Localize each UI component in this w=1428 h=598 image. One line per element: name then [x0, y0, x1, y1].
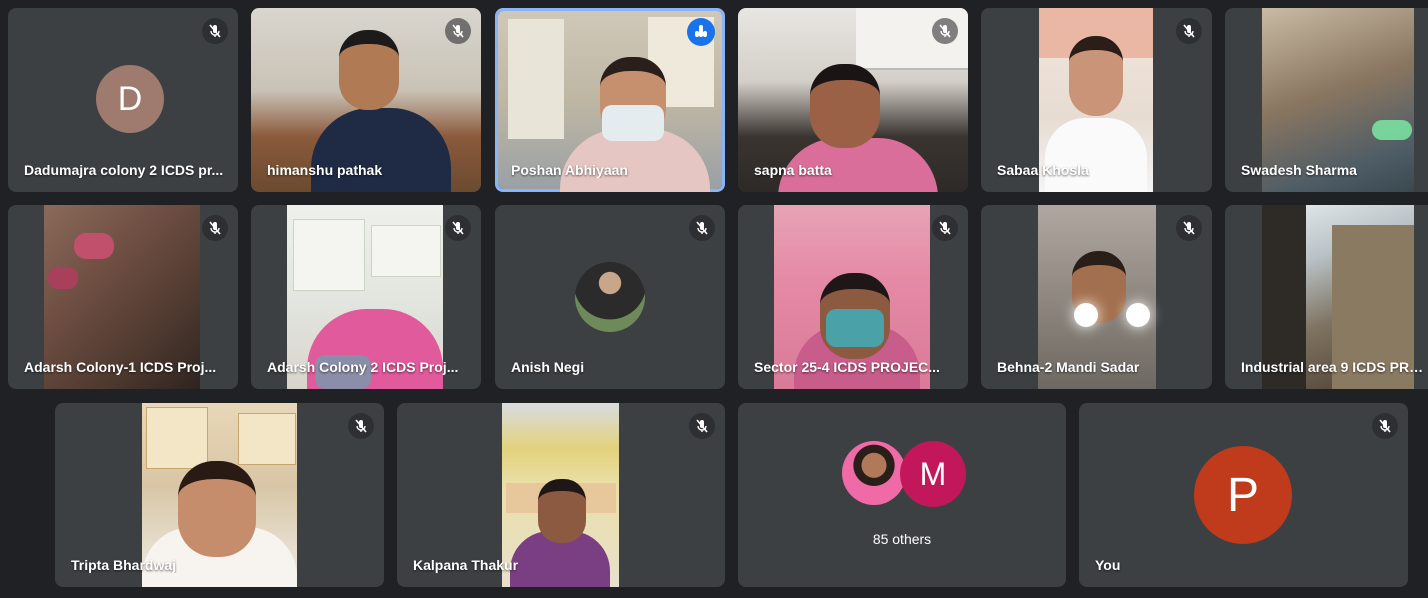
- mic-off-icon: [932, 18, 958, 44]
- mic-off-icon: [445, 18, 471, 44]
- object: [74, 233, 114, 259]
- participant-tile[interactable]: Industrial area 9 ICDS PRO...: [1225, 205, 1428, 389]
- participant-tile[interactable]: Behna-2 Mandi Sadar: [981, 205, 1212, 389]
- avatar: D: [96, 65, 164, 133]
- person-head: [810, 64, 880, 148]
- participant-tile[interactable]: Kalpana Thakur: [397, 403, 725, 587]
- mic-off-icon: [1176, 215, 1202, 241]
- participant-name: Anish Negi: [511, 359, 585, 375]
- others-avatar: M: [900, 441, 966, 507]
- participant-name: Industrial area 9 ICDS PRO...: [1241, 359, 1426, 375]
- participant-name: Adarsh Colony-1 ICDS Proj...: [24, 359, 217, 375]
- audio-level-icon: [687, 18, 715, 46]
- person-figure: [311, 108, 451, 192]
- face-mask: [602, 105, 664, 141]
- wall-chart: [371, 225, 441, 277]
- participant-name: You: [1095, 557, 1121, 573]
- participant-name: Swadesh Sharma: [1241, 162, 1357, 178]
- participant-tile[interactable]: Anish Negi: [495, 205, 725, 389]
- person-head: [538, 479, 586, 543]
- participant-name: Behna-2 Mandi Sadar: [997, 359, 1140, 375]
- wall-chart: [238, 413, 296, 465]
- mic-off-icon: [348, 413, 374, 439]
- self-avatar: P: [1194, 446, 1292, 544]
- mic-off-icon: [202, 215, 228, 241]
- object: [48, 267, 78, 289]
- participant-tile[interactable]: himanshu pathak: [251, 8, 481, 192]
- light-glare: [1074, 303, 1098, 327]
- others-avatar-photo: [842, 441, 906, 505]
- light-glare: [1372, 120, 1412, 140]
- mic-off-icon: [932, 215, 958, 241]
- avatar: [575, 262, 645, 332]
- mic-off-icon: [445, 215, 471, 241]
- participant-tile[interactable]: D Dadumajra colony 2 ICDS pr...: [8, 8, 238, 192]
- person-head: [339, 30, 399, 110]
- participant-name: Sector 25-4 ICDS PROJEC...: [754, 359, 940, 375]
- participant-name: Kalpana Thakur: [413, 557, 519, 573]
- person-figure: [1045, 118, 1147, 192]
- participant-tile[interactable]: Tripta Bhardwaj: [55, 403, 384, 587]
- wall-chart: [146, 407, 208, 469]
- light-glare: [1126, 303, 1150, 327]
- participant-name: Poshan Abhiyaan: [511, 162, 628, 178]
- mic-off-icon: [1176, 18, 1202, 44]
- participant-tile-active-speaker[interactable]: Poshan Abhiyaan: [495, 8, 725, 192]
- self-tile[interactable]: P You: [1079, 403, 1408, 587]
- participant-name: Sabaa Khosla: [997, 162, 1089, 178]
- participant-tile[interactable]: Sector 25-4 ICDS PROJEC...: [738, 205, 968, 389]
- others-tile[interactable]: M 85 others: [738, 403, 1066, 587]
- participant-name: sapna batta: [754, 162, 832, 178]
- person-head: [178, 461, 256, 557]
- wall-poster: [508, 19, 564, 139]
- participant-tile[interactable]: Swadesh Sharma: [1225, 8, 1428, 192]
- face-mask: [826, 309, 884, 347]
- wall-chart: [293, 219, 365, 291]
- participant-name: Dadumajra colony 2 ICDS pr...: [24, 162, 224, 178]
- mic-off-icon: [202, 18, 228, 44]
- participant-name: Adarsh Colony 2 ICDS Proj...: [267, 359, 459, 375]
- person-head: [1069, 36, 1123, 116]
- participant-tile[interactable]: Adarsh Colony 2 ICDS Proj...: [251, 205, 481, 389]
- mic-off-icon: [689, 413, 715, 439]
- participant-name: Tripta Bhardwaj: [71, 557, 177, 573]
- participant-tile[interactable]: Sabaa Khosla: [981, 8, 1212, 192]
- participant-tile[interactable]: sapna batta: [738, 8, 968, 192]
- mic-off-icon: [689, 215, 715, 241]
- others-count: 85 others: [872, 531, 932, 547]
- participant-name: himanshu pathak: [267, 162, 383, 178]
- participant-tile[interactable]: Adarsh Colony-1 ICDS Proj...: [8, 205, 238, 389]
- mic-off-icon: [1372, 413, 1398, 439]
